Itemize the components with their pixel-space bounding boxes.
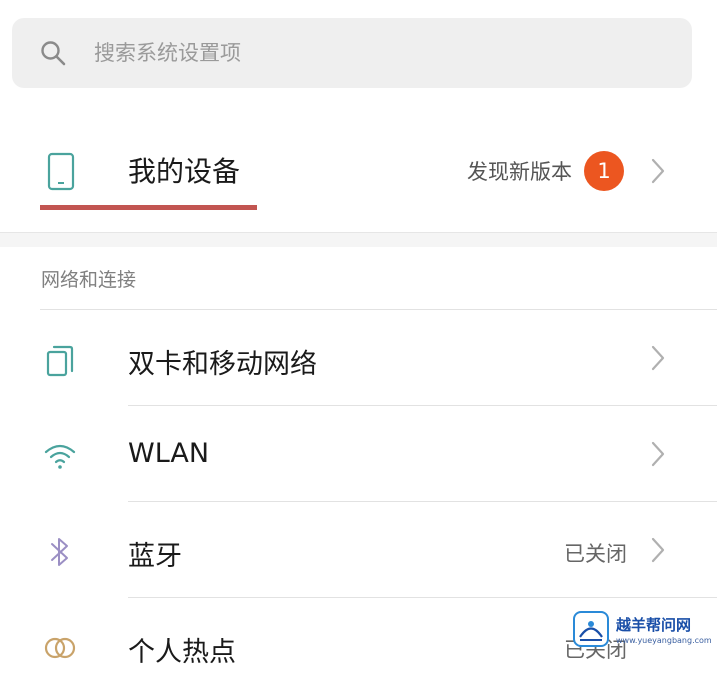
chevron-right-icon [650,536,666,564]
list-item-label: 个人热点 [128,637,236,668]
my-device-row[interactable]: 我的设备 发现新版本 1 [0,120,717,220]
selection-underline [40,205,257,210]
watermark-url: www.yueyangbang.com [616,636,712,645]
chevron-right-icon [650,440,666,468]
bluetooth-icon [42,534,78,570]
update-badge: 1 [584,151,624,191]
search-input[interactable] [94,41,654,65]
list-item-bluetooth[interactable]: 蓝牙 已关闭 [0,502,717,598]
section-header: 网络和连接 [41,269,137,291]
watermark-logo: 越羊帮问网 www.yueyangbang.com [568,608,714,652]
chevron-right-icon [650,344,666,372]
list-item-label: 双卡和移动网络 [128,349,317,380]
watermark-title: 越羊帮问网 [616,616,692,634]
update-available-text: 发现新版本 [467,160,572,184]
wifi-icon [42,438,78,474]
phone-icon [44,152,78,192]
chevron-right-icon [650,157,666,185]
list-item-label: WLAN [128,438,210,469]
search-icon [38,38,68,68]
list-item-dual-sim[interactable]: 双卡和移动网络 [0,310,717,406]
my-device-title: 我的设备 [128,155,241,188]
watermark-icon [572,610,610,648]
hotspot-icon [42,630,78,666]
list-item-label: 蓝牙 [128,541,182,572]
list-item-wlan[interactable]: WLAN [0,406,717,502]
section-separator [0,232,717,247]
dual-sim-icon [42,342,78,378]
search-bar[interactable] [12,18,692,88]
bluetooth-status: 已关闭 [564,542,627,566]
